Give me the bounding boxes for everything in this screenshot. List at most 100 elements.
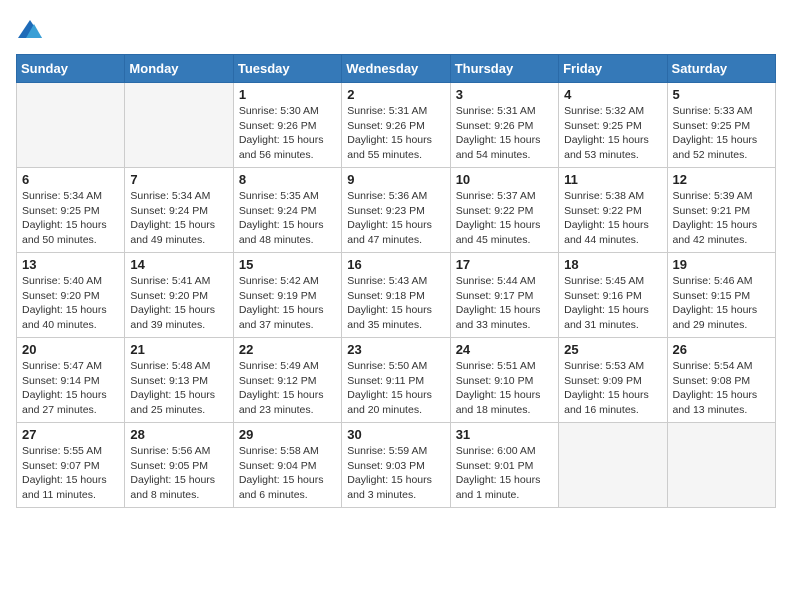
day-cell: 30 Sunrise: 5:59 AMSunset: 9:03 PMDayligh… — [342, 423, 450, 508]
header-day-wednesday: Wednesday — [342, 55, 450, 83]
day-number: 3 — [456, 87, 553, 102]
day-number: 1 — [239, 87, 336, 102]
cell-info: Sunrise: 5:33 AMSunset: 9:25 PMDaylight:… — [673, 104, 770, 163]
day-number: 28 — [130, 427, 227, 442]
cell-info: Sunrise: 5:53 AMSunset: 9:09 PMDaylight:… — [564, 359, 661, 418]
day-number: 7 — [130, 172, 227, 187]
cell-info: Sunrise: 5:54 AMSunset: 9:08 PMDaylight:… — [673, 359, 770, 418]
day-cell: 23 Sunrise: 5:50 AMSunset: 9:11 PMDayligh… — [342, 338, 450, 423]
day-cell: 21 Sunrise: 5:48 AMSunset: 9:13 PMDayligh… — [125, 338, 233, 423]
day-number: 15 — [239, 257, 336, 272]
day-number: 27 — [22, 427, 119, 442]
cell-info: Sunrise: 5:50 AMSunset: 9:11 PMDaylight:… — [347, 359, 444, 418]
day-cell: 11Sunrise: 5:38 AMSunset: 9:22 PMDayligh… — [559, 168, 667, 253]
day-cell: 19 Sunrise: 5:46 AMSunset: 9:15 PMDayligh… — [667, 253, 775, 338]
logo — [16, 16, 48, 44]
header-row: SundayMondayTuesdayWednesdayThursdayFrid… — [17, 55, 776, 83]
day-number: 23 — [347, 342, 444, 357]
cell-info: Sunrise: 5:56 AMSunset: 9:05 PMDaylight:… — [130, 444, 227, 503]
day-number: 22 — [239, 342, 336, 357]
page-header — [16, 16, 776, 44]
cell-info: Sunrise: 5:40 AMSunset: 9:20 PMDaylight:… — [22, 274, 119, 333]
week-row-1: 1Sunrise: 5:30 AMSunset: 9:26 PMDaylight… — [17, 83, 776, 168]
day-cell: 6 Sunrise: 5:34 AMSunset: 9:25 PMDaylight… — [17, 168, 125, 253]
day-number: 4 — [564, 87, 661, 102]
cell-info: Sunrise: 5:35 AMSunset: 9:24 PMDaylight:… — [239, 189, 336, 248]
day-number: 30 — [347, 427, 444, 442]
day-cell — [667, 423, 775, 508]
day-cell: 5Sunrise: 5:33 AMSunset: 9:25 PMDaylight… — [667, 83, 775, 168]
header-day-sunday: Sunday — [17, 55, 125, 83]
day-cell: 14 Sunrise: 5:41 AMSunset: 9:20 PMDayligh… — [125, 253, 233, 338]
cell-info: Sunrise: 5:55 AMSunset: 9:07 PMDaylight:… — [22, 444, 119, 503]
cell-info: Sunrise: 5:48 AMSunset: 9:13 PMDaylight:… — [130, 359, 227, 418]
calendar-table: SundayMondayTuesdayWednesdayThursdayFrid… — [16, 54, 776, 508]
calendar-body: 1Sunrise: 5:30 AMSunset: 9:26 PMDaylight… — [17, 83, 776, 508]
day-cell: 16 Sunrise: 5:43 AMSunset: 9:18 PMDayligh… — [342, 253, 450, 338]
day-cell: 20Sunrise: 5:47 AMSunset: 9:14 PMDayligh… — [17, 338, 125, 423]
day-number: 11 — [564, 172, 661, 187]
day-number: 26 — [673, 342, 770, 357]
day-cell: 10Sunrise: 5:37 AMSunset: 9:22 PMDayligh… — [450, 168, 558, 253]
header-day-tuesday: Tuesday — [233, 55, 341, 83]
cell-info: Sunrise: 5:58 AMSunset: 9:04 PMDaylight:… — [239, 444, 336, 503]
header-day-friday: Friday — [559, 55, 667, 83]
day-number: 2 — [347, 87, 444, 102]
day-number: 6 — [22, 172, 119, 187]
day-number: 17 — [456, 257, 553, 272]
day-cell: 28 Sunrise: 5:56 AMSunset: 9:05 PMDayligh… — [125, 423, 233, 508]
day-cell: 24Sunrise: 5:51 AMSunset: 9:10 PMDayligh… — [450, 338, 558, 423]
header-day-thursday: Thursday — [450, 55, 558, 83]
cell-info: Sunrise: 5:32 AMSunset: 9:25 PMDaylight:… — [564, 104, 661, 163]
day-cell: 18 Sunrise: 5:45 AMSunset: 9:16 PMDayligh… — [559, 253, 667, 338]
day-number: 13 — [22, 257, 119, 272]
day-number: 9 — [347, 172, 444, 187]
cell-info: Sunrise: 5:45 AMSunset: 9:16 PMDaylight:… — [564, 274, 661, 333]
day-number: 14 — [130, 257, 227, 272]
cell-info: Sunrise: 6:00 AMSunset: 9:01 PMDaylight:… — [456, 444, 553, 503]
day-number: 25 — [564, 342, 661, 357]
cell-info: Sunrise: 5:34 AMSunset: 9:25 PMDaylight:… — [22, 189, 119, 248]
day-number: 19 — [673, 257, 770, 272]
day-cell — [17, 83, 125, 168]
cell-info: Sunrise: 5:43 AMSunset: 9:18 PMDaylight:… — [347, 274, 444, 333]
day-cell: 3 Sunrise: 5:31 AMSunset: 9:26 PMDaylight… — [450, 83, 558, 168]
day-number: 20 — [22, 342, 119, 357]
cell-info: Sunrise: 5:49 AMSunset: 9:12 PMDaylight:… — [239, 359, 336, 418]
day-number: 31 — [456, 427, 553, 442]
week-row-2: 6 Sunrise: 5:34 AMSunset: 9:25 PMDaylight… — [17, 168, 776, 253]
day-cell: 12 Sunrise: 5:39 AMSunset: 9:21 PMDayligh… — [667, 168, 775, 253]
day-number: 24 — [456, 342, 553, 357]
cell-info: Sunrise: 5:59 AMSunset: 9:03 PMDaylight:… — [347, 444, 444, 503]
calendar-header: SundayMondayTuesdayWednesdayThursdayFrid… — [17, 55, 776, 83]
day-cell: 13 Sunrise: 5:40 AMSunset: 9:20 PMDayligh… — [17, 253, 125, 338]
day-cell: 25 Sunrise: 5:53 AMSunset: 9:09 PMDayligh… — [559, 338, 667, 423]
day-cell: 9 Sunrise: 5:36 AMSunset: 9:23 PMDaylight… — [342, 168, 450, 253]
cell-info: Sunrise: 5:34 AMSunset: 9:24 PMDaylight:… — [130, 189, 227, 248]
day-cell: 2 Sunrise: 5:31 AMSunset: 9:26 PMDaylight… — [342, 83, 450, 168]
day-cell: 7 Sunrise: 5:34 AMSunset: 9:24 PMDaylight… — [125, 168, 233, 253]
day-number: 16 — [347, 257, 444, 272]
day-number: 18 — [564, 257, 661, 272]
day-cell: 29 Sunrise: 5:58 AMSunset: 9:04 PMDayligh… — [233, 423, 341, 508]
day-cell: 8Sunrise: 5:35 AMSunset: 9:24 PMDaylight… — [233, 168, 341, 253]
header-day-saturday: Saturday — [667, 55, 775, 83]
day-number: 12 — [673, 172, 770, 187]
cell-info: Sunrise: 5:41 AMSunset: 9:20 PMDaylight:… — [130, 274, 227, 333]
cell-info: Sunrise: 5:42 AMSunset: 9:19 PMDaylight:… — [239, 274, 336, 333]
day-number: 21 — [130, 342, 227, 357]
cell-info: Sunrise: 5:31 AMSunset: 9:26 PMDaylight:… — [347, 104, 444, 163]
day-cell: 27 Sunrise: 5:55 AMSunset: 9:07 PMDayligh… — [17, 423, 125, 508]
day-cell: 22 Sunrise: 5:49 AMSunset: 9:12 PMDayligh… — [233, 338, 341, 423]
cell-info: Sunrise: 5:39 AMSunset: 9:21 PMDaylight:… — [673, 189, 770, 248]
cell-info: Sunrise: 5:31 AMSunset: 9:26 PMDaylight:… — [456, 104, 553, 163]
day-number: 29 — [239, 427, 336, 442]
header-day-monday: Monday — [125, 55, 233, 83]
day-cell: 4 Sunrise: 5:32 AMSunset: 9:25 PMDaylight… — [559, 83, 667, 168]
cell-info: Sunrise: 5:46 AMSunset: 9:15 PMDaylight:… — [673, 274, 770, 333]
cell-info: Sunrise: 5:37 AMSunset: 9:22 PMDaylight:… — [456, 189, 553, 248]
day-cell: 26 Sunrise: 5:54 AMSunset: 9:08 PMDayligh… — [667, 338, 775, 423]
day-cell: 17Sunrise: 5:44 AMSunset: 9:17 PMDayligh… — [450, 253, 558, 338]
cell-info: Sunrise: 5:36 AMSunset: 9:23 PMDaylight:… — [347, 189, 444, 248]
day-cell — [125, 83, 233, 168]
